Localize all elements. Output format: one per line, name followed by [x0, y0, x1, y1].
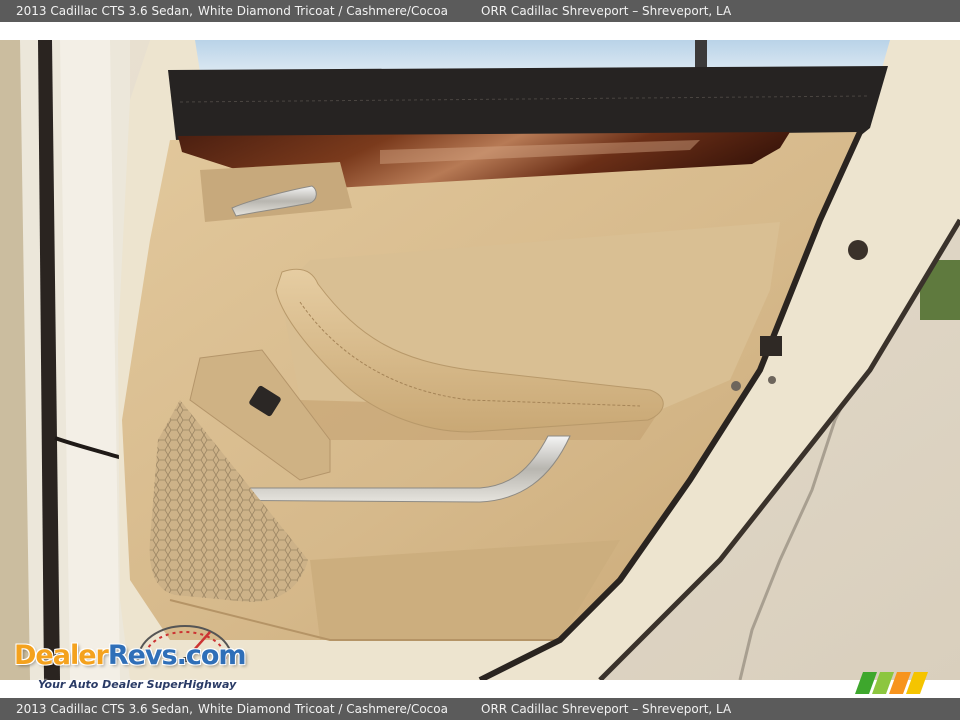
door-interior-photo: [0, 40, 960, 680]
vehicle-colors-bottom: White Diamond Tricoat / Cashmere/Cocoa: [198, 702, 448, 716]
dealer-location-bottom: ORR Cadillac Shreveport – Shreveport, LA: [481, 702, 732, 716]
watermark-brand: DealerRevs.com: [14, 640, 247, 671]
door-latch: [760, 336, 782, 356]
caption-bar-bottom: 2013 Cadillac CTS 3.6 Sedan, White Diamo…: [0, 698, 960, 720]
caption-bar-top: 2013 Cadillac CTS 3.6 Sedan, White Diamo…: [0, 0, 960, 22]
vehicle-colors: White Diamond Tricoat / Cashmere/Cocoa: [198, 4, 448, 18]
window-divider: [695, 40, 707, 70]
vehicle-title: 2013 Cadillac CTS 3.6 Sedan,: [16, 4, 193, 18]
upper-trim: [168, 66, 888, 140]
door-hole: [848, 240, 868, 260]
door-bolt: [731, 381, 741, 391]
vehicle-title-bottom: 2013 Cadillac CTS 3.6 Sedan,: [16, 702, 193, 716]
jamb-panel: [60, 40, 120, 680]
mm-stripes-icon: [855, 672, 928, 694]
dealerrevs-watermark: DealerRevs.com Your Auto Dealer SuperHig…: [12, 622, 272, 694]
watermark-tagline: Your Auto Dealer SuperHighway: [38, 678, 237, 691]
door-bolt-2: [768, 376, 776, 384]
dealer-location: ORR Cadillac Shreveport – Shreveport, LA: [481, 4, 732, 18]
